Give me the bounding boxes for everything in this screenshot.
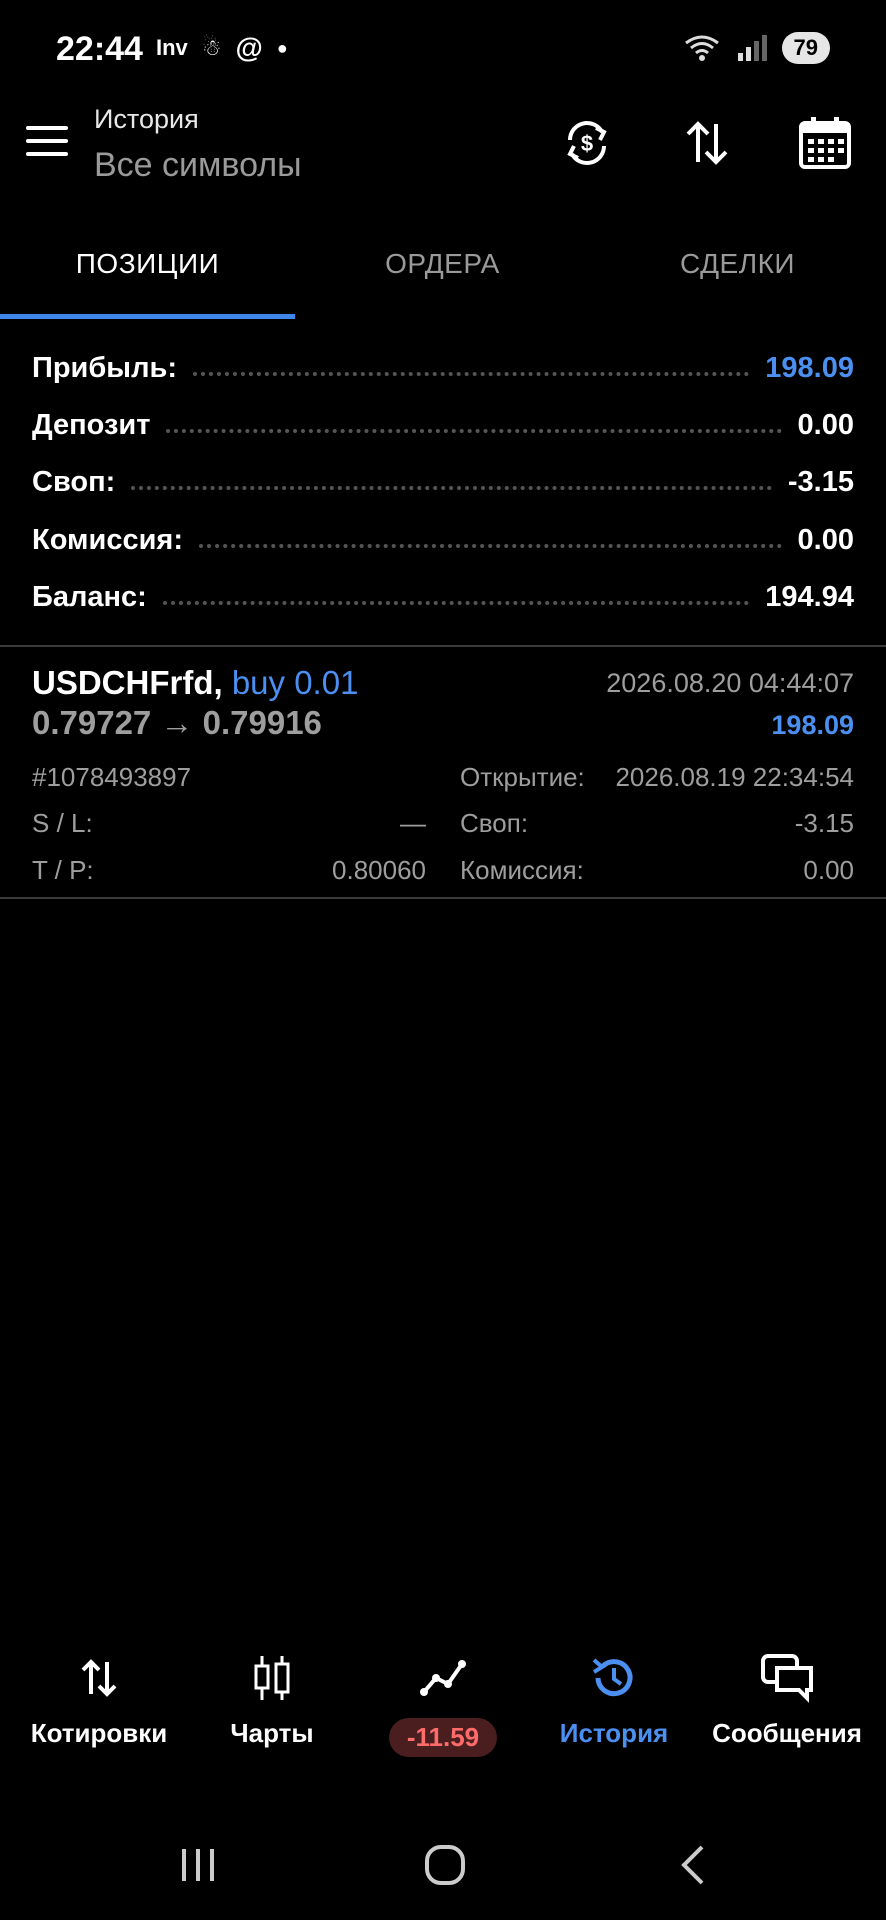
commission-value: 0.00 [803,855,854,885]
nav-quotes[interactable]: Котировки [11,1650,187,1749]
sort-arrows-icon [686,121,728,165]
status-notifications: Inv ☃ @ ● [156,32,288,64]
dotted-leader [162,601,750,605]
ticket-number: #1078493897 [32,762,192,792]
nav-messages[interactable]: Сообщения [699,1650,875,1749]
summary-label: Комиссия: [32,523,183,556]
wifi-icon [684,35,719,61]
summary-label: Депозит [32,408,151,441]
swap-value: -3.15 [794,808,854,838]
summary-value: 0.00 [797,523,854,556]
divider [0,645,886,647]
dotted-leader [131,486,772,490]
menu-icon[interactable] [26,126,68,160]
tp-value: 0.80060 [332,855,426,885]
quotes-arrows-icon [81,1659,117,1697]
calendar-icon [799,117,851,169]
open-time: 2026.08.19 22:34:54 [615,762,854,792]
signal-icon [737,35,767,61]
back-button[interactable] [664,1840,724,1890]
dotted-leader [198,544,782,548]
calendar-button[interactable] [794,112,856,174]
sl-value: — [400,808,426,838]
summary-row-profit: Прибыль: 198.09 [32,348,854,388]
recent-apps-button[interactable] [168,1840,228,1890]
summary-row-balance: Баланс: 194.94 [32,577,854,617]
close-time: 2026.08.20 04:44:07 [606,668,854,698]
history-clock-icon [592,1658,633,1697]
nav-label: Чарты [230,1718,314,1748]
nav-trade[interactable]: -11.59 [355,1650,531,1757]
candlesticks-icon [254,1656,290,1700]
dot-icon: ● [276,37,288,58]
summary-row-swap: Своп: -3.15 [32,462,854,502]
tp-label: T / P: [32,855,94,885]
svg-text:$: $ [581,131,593,156]
symbol-filter[interactable]: Все символы [94,146,302,185]
trade-line-icon [420,1660,466,1696]
nav-label: Сообщения [712,1718,862,1748]
recent-apps-icon [182,1849,214,1881]
summary-label: Своп: [32,465,116,498]
nav-charts[interactable]: Чарты [184,1650,360,1749]
sort-button[interactable] [676,112,738,174]
commission-label: Комиссия: [460,855,584,885]
swap-label: Своп: [460,808,529,838]
nav-label: Котировки [30,1718,168,1748]
dotted-leader [166,429,782,433]
active-tab-indicator [0,314,295,319]
home-icon [425,1845,465,1885]
summary-row-commission: Комиссия: 0.00 [32,520,854,560]
summary-label: Прибыль: [32,351,177,384]
symbol-name: USDCHFrfd, [32,664,223,701]
back-chevron-icon [681,1845,704,1885]
summary-row-deposit: Депозит 0.00 [32,405,854,445]
divider [0,897,886,899]
tab-deals[interactable]: СДЕЛКИ [590,248,885,280]
position-symbol: USDCHFrfd, buy 0.01 [32,664,358,702]
nav-label: История [559,1718,669,1748]
messages-icon [761,1654,813,1703]
sl-label: S / L: [32,808,93,838]
status-right: 79 [682,32,830,64]
floating-pnl-badge: -11.59 [388,1718,498,1757]
snowman-icon: ☃ [201,35,222,60]
battery-badge: 79 [781,32,830,64]
currency-exchange-button[interactable]: $ [556,112,618,174]
position-prices: 0.79727 → 0.79916 [32,704,322,741]
summary-label: Баланс: [32,580,147,613]
home-button[interactable] [415,1840,475,1890]
at-icon: @ [235,32,263,63]
tab-positions[interactable]: ПОЗИЦИИ [0,248,295,280]
position-side-volume: buy 0.01 [231,664,359,701]
tab-orders[interactable]: ОРДЕРА [295,248,590,280]
summary-value: 0.00 [797,408,854,441]
summary-value: 198.09 [765,351,854,384]
status-time: 22:44 [56,30,143,68]
summary-value: -3.15 [787,465,854,498]
open-label: Открытие: [460,762,585,792]
page-title: История [94,104,199,134]
nav-history[interactable]: История [526,1650,702,1749]
inv-notification-icon: Inv [156,35,188,60]
currency-exchange-icon: $ [567,121,607,165]
dotted-leader [192,372,750,376]
position-profit: 198.09 [771,710,854,740]
summary-value: 194.94 [765,580,854,613]
